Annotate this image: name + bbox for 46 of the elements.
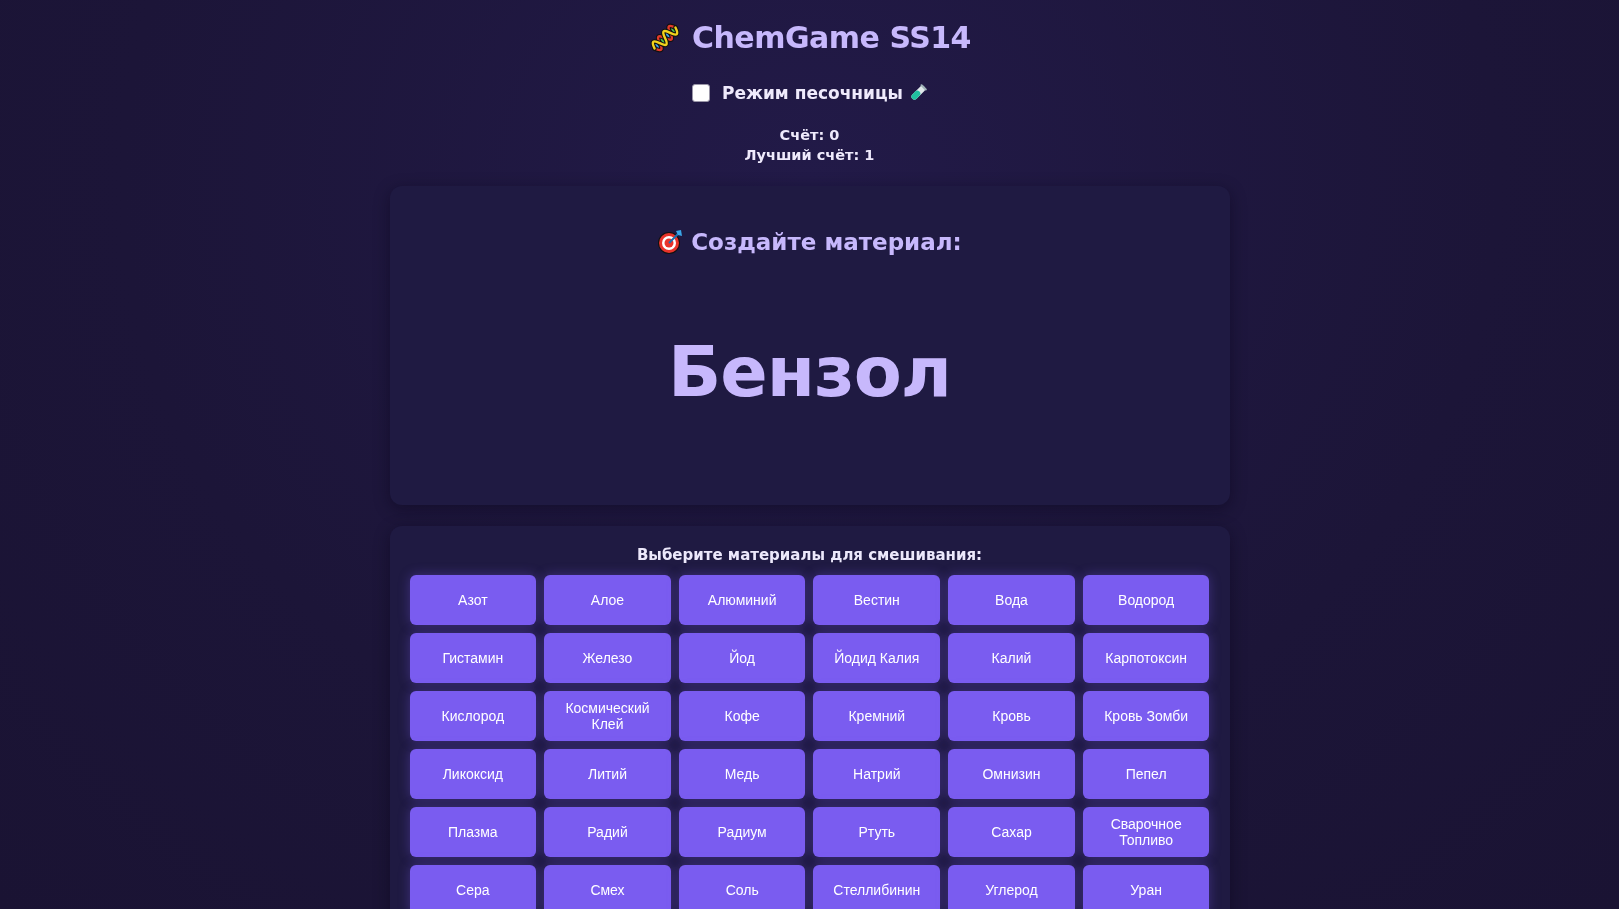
material-button[interactable]: Космический Клей [544, 691, 671, 741]
material-button[interactable]: Кислород [409, 691, 537, 741]
target-material-name: Бензол [667, 330, 952, 415]
material-button[interactable]: Алюминий [678, 575, 806, 625]
material-button[interactable]: Вода [948, 575, 1075, 625]
material-button[interactable]: Ртуть [813, 807, 941, 857]
material-button[interactable]: Водород [1082, 575, 1210, 625]
material-button[interactable]: Кровь [948, 691, 1075, 741]
score-text: Счёт: 0 [779, 126, 840, 145]
material-button[interactable]: Кофе [678, 691, 806, 741]
material-button[interactable]: Радий [544, 807, 671, 857]
target-dart-icon [657, 229, 684, 255]
best-score-text: Лучший счёт: 1 [744, 146, 875, 165]
material-button[interactable]: Литий [544, 749, 671, 799]
material-button[interactable]: Смех [544, 865, 671, 909]
material-button[interactable]: Омнизин [948, 749, 1075, 799]
dna-helix-icon [648, 21, 682, 55]
material-button[interactable]: Азот [409, 575, 537, 625]
material-button[interactable]: Железо [544, 633, 671, 683]
material-button[interactable]: Карпотоксин [1082, 633, 1210, 683]
material-button[interactable]: Ликоксид [409, 749, 537, 799]
material-button[interactable]: Кровь Зомби [1082, 691, 1210, 741]
material-button[interactable]: Сера [409, 865, 537, 909]
material-button[interactable]: Калий [948, 633, 1075, 683]
material-button[interactable]: Гистамин [409, 633, 537, 683]
sandbox-mode-label: Режим песочницы [722, 83, 903, 103]
app-title: ChemGame SS14 [692, 19, 971, 57]
material-button[interactable]: Стеллибинин [813, 865, 941, 909]
material-button[interactable]: Углерод [948, 865, 1075, 909]
target-heading: Создайте материал: [691, 229, 962, 255]
material-button[interactable]: Радиум [678, 807, 806, 857]
material-button[interactable]: Йодид Калия [813, 633, 941, 683]
material-button[interactable]: Алое [544, 575, 671, 625]
material-button[interactable]: Йод [678, 633, 806, 683]
material-button[interactable]: Уран [1082, 865, 1210, 909]
material-button[interactable]: Вестин [813, 575, 941, 625]
material-button[interactable]: Медь [678, 749, 806, 799]
material-button[interactable]: Соль [678, 865, 806, 909]
material-button[interactable]: Плазма [409, 807, 537, 857]
material-button[interactable]: Натрий [813, 749, 941, 799]
material-button[interactable]: Пепел [1082, 749, 1210, 799]
material-button[interactable]: Сварочное Топливо [1082, 807, 1210, 857]
sandbox-checkbox[interactable] [692, 84, 710, 102]
materials-heading: Выберите материалы для смешивания: [635, 545, 984, 565]
material-button[interactable]: Кремний [813, 691, 941, 741]
material-button[interactable]: Сахар [948, 807, 1075, 857]
